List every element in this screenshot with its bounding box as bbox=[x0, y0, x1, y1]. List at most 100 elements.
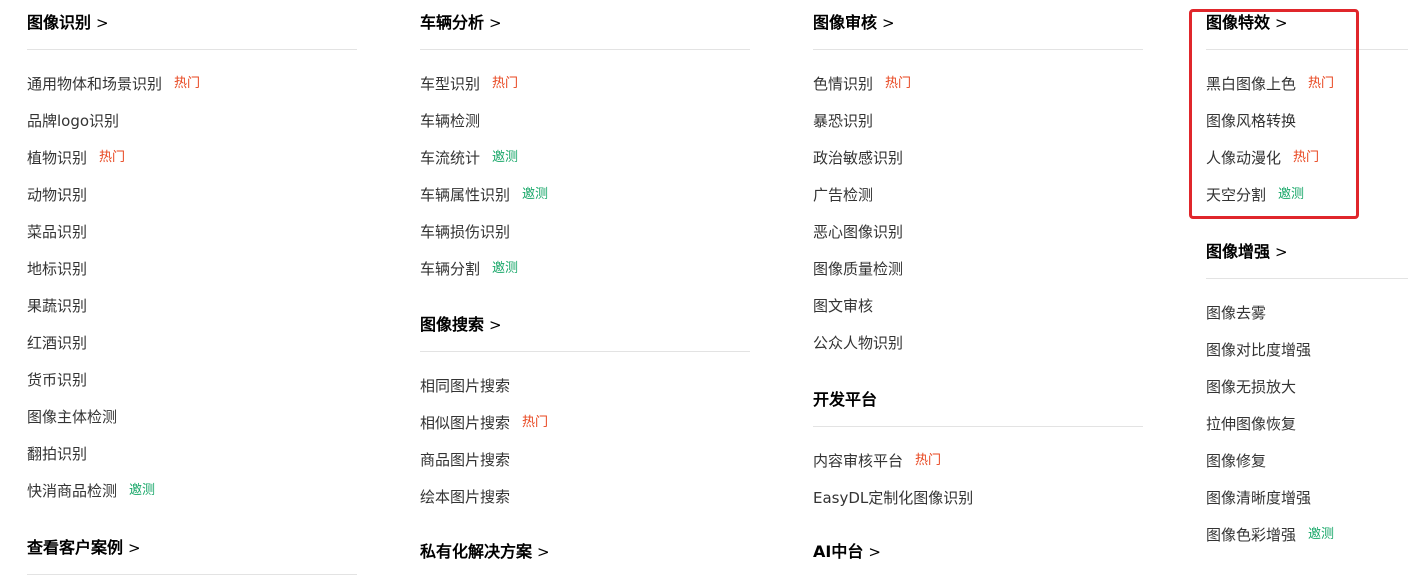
menu-item[interactable]: 红酒识别 bbox=[27, 332, 200, 369]
menu-item-label: 翻拍识别 bbox=[27, 445, 88, 463]
menu-item[interactable]: 色情识别 热门 bbox=[813, 73, 911, 110]
section-title-link[interactable]: 图像增强 > bbox=[1206, 240, 1408, 264]
menu-item[interactable]: 图像清晰度增强 bbox=[1206, 487, 1334, 524]
menu-item[interactable]: 内容审核平台 热门 bbox=[813, 450, 973, 487]
menu-item[interactable]: 图像去雾 bbox=[1206, 302, 1334, 339]
section-dev-platform: 开发平台 内容审核平台 热门 EasyDL定制化图像识别 bbox=[813, 388, 1143, 507]
menu-item[interactable]: 图像质量检测 bbox=[813, 258, 911, 295]
menu-item[interactable]: 通用物体和场景识别 热门 bbox=[27, 73, 200, 110]
menu-item-label: 图像质量检测 bbox=[813, 260, 904, 278]
menu-item-label: 图像去雾 bbox=[1206, 304, 1267, 322]
menu-item[interactable]: 车辆损伤识别 bbox=[420, 221, 548, 258]
section-vehicle-analysis: 车辆分析 > 车型识别 热门 车辆检测 车流统计 邀测 车辆属性识别 邀测 车辆损伤识别… bbox=[420, 11, 750, 278]
menu-item-label: 内容审核平台 bbox=[813, 452, 904, 470]
section-title-link[interactable]: 查看客户案例 > bbox=[27, 536, 357, 560]
menu-item-label: 通用物体和场景识别 bbox=[27, 75, 163, 93]
section-divider bbox=[813, 426, 1143, 427]
menu-item[interactable]: 公众人物识别 bbox=[813, 332, 911, 369]
menu-item-label: 相似图片搜索 bbox=[420, 414, 511, 432]
menu-item-label: 相同图片搜索 bbox=[420, 377, 511, 395]
menu-item-label: 红酒识别 bbox=[27, 334, 88, 352]
chevron-right-icon: > bbox=[489, 14, 502, 32]
section-title-text: 图像识别 bbox=[27, 13, 92, 32]
section-image-recognition: 图像识别 > 通用物体和场景识别 热门 品牌logo识别 植物识别 热门 动物识别 菜… bbox=[27, 11, 357, 500]
menu-item[interactable]: 植物识别 热门 bbox=[27, 147, 200, 184]
menu-item[interactable]: 相似图片搜索 热门 bbox=[420, 412, 548, 449]
menu-item-label: 广告检测 bbox=[813, 186, 874, 204]
section-divider bbox=[1206, 278, 1408, 279]
menu-item-label: 色情识别 bbox=[813, 75, 874, 93]
menu-item-label: 车辆检测 bbox=[420, 112, 481, 130]
menu-item[interactable]: 图像无损放大 bbox=[1206, 376, 1334, 413]
menu-item-label: 车型识别 bbox=[420, 75, 481, 93]
menu-item-label: 拉伸图像恢复 bbox=[1206, 415, 1297, 433]
section-private-solutions: 私有化解决方案 > bbox=[420, 540, 750, 564]
menu-item-label: 图像修复 bbox=[1206, 452, 1267, 470]
section-image-enhancement: 图像增强 > 图像去雾 图像对比度增强 图像无损放大 拉伸图像恢复 图像修复 图像… bbox=[1206, 240, 1408, 544]
menu-item[interactable]: 拉伸图像恢复 bbox=[1206, 413, 1334, 450]
menu-item[interactable]: 相同图片搜索 bbox=[420, 375, 548, 412]
menu-item[interactable]: 车辆分割 邀测 bbox=[420, 258, 548, 295]
section-title-text: 图像审核 bbox=[813, 13, 878, 32]
menu-item[interactable]: 快消商品检测 邀测 bbox=[27, 480, 200, 517]
menu-item[interactable]: EasyDL定制化图像识别 bbox=[813, 487, 973, 524]
item-list: 相同图片搜索 相似图片搜索 热门 商品图片搜索 绘本图片搜索 bbox=[420, 375, 548, 523]
menu-item-label: 车辆分割 bbox=[420, 260, 481, 278]
hot-badge: 热门 bbox=[99, 150, 126, 165]
menu-item[interactable]: 果蔬识别 bbox=[27, 295, 200, 332]
hot-badge: 热门 bbox=[522, 415, 549, 430]
menu-item[interactable]: 图像主体检测 bbox=[27, 406, 200, 443]
menu-item[interactable]: 图像修复 bbox=[1206, 450, 1334, 487]
menu-item[interactable]: 恶心图像识别 bbox=[813, 221, 911, 258]
section-title-link[interactable]: 车辆分析 > bbox=[420, 11, 750, 35]
menu-item-label: 果蔬识别 bbox=[27, 297, 88, 315]
section-title-text: 图像搜索 bbox=[420, 315, 485, 334]
menu-item[interactable]: 菜品识别 bbox=[27, 221, 200, 258]
hot-badge: 热门 bbox=[915, 453, 942, 468]
menu-item[interactable]: 图像对比度增强 bbox=[1206, 339, 1334, 376]
section-title-text: AI中台 bbox=[813, 542, 864, 561]
menu-item-label: 恶心图像识别 bbox=[813, 223, 904, 241]
highlight-annotation-box bbox=[1189, 9, 1359, 219]
section-title-link[interactable]: 图像搜索 > bbox=[420, 313, 750, 337]
menu-item-label: 政治敏感识别 bbox=[813, 149, 904, 167]
section-divider bbox=[420, 351, 750, 352]
item-list: 车型识别 热门 车辆检测 车流统计 邀测 车辆属性识别 邀测 车辆损伤识别 车辆分割邀… bbox=[420, 73, 548, 295]
hot-badge: 热门 bbox=[492, 76, 519, 91]
section-title-link[interactable]: 图像识别 > bbox=[27, 11, 357, 35]
menu-item-label: 车流统计 bbox=[420, 149, 481, 167]
section-title-link[interactable]: 图像审核 > bbox=[813, 11, 1143, 35]
section-title-link[interactable]: AI中台 > bbox=[813, 540, 1143, 564]
chevron-right-icon: > bbox=[489, 316, 502, 334]
menu-item-label: 商品图片搜索 bbox=[420, 451, 511, 469]
menu-item[interactable]: 绘本图片搜索 bbox=[420, 486, 548, 523]
menu-item[interactable]: 货币识别 bbox=[27, 369, 200, 406]
menu-item-label: 车辆损伤识别 bbox=[420, 223, 511, 241]
menu-item[interactable]: 翻拍识别 bbox=[27, 443, 200, 480]
section-image-moderation: 图像审核 > 色情识别 热门 暴恐识别 政治敏感识别 广告检测 恶心图像识别 图像质… bbox=[813, 11, 1143, 352]
section-image-search: 图像搜索 > 相同图片搜索 相似图片搜索 热门 商品图片搜索 绘本图片搜索 bbox=[420, 313, 750, 506]
section-title-link[interactable]: 私有化解决方案 > bbox=[420, 540, 750, 564]
menu-item[interactable]: 车辆属性识别 邀测 bbox=[420, 184, 548, 221]
menu-item[interactable]: 广告检测 bbox=[813, 184, 911, 221]
menu-item[interactable]: 动物识别 bbox=[27, 184, 200, 221]
chevron-right-icon: > bbox=[128, 539, 141, 557]
section-title-link[interactable]: 开发平台 bbox=[813, 388, 1143, 412]
menu-item[interactable]: 地标识别 bbox=[27, 258, 200, 295]
menu-item[interactable]: 车流统计 邀测 bbox=[420, 147, 548, 184]
menu-item[interactable]: 暴恐识别 bbox=[813, 110, 911, 147]
menu-item[interactable]: 政治敏感识别 bbox=[813, 147, 911, 184]
section-title-text: 查看客户案例 bbox=[27, 538, 124, 557]
section-title-text: 私有化解决方案 bbox=[420, 542, 533, 561]
menu-item[interactable]: 商品图片搜索 bbox=[420, 449, 548, 486]
menu-item[interactable]: 图像色彩增强 邀测 bbox=[1206, 524, 1334, 561]
menu-item[interactable]: 图文审核 bbox=[813, 295, 911, 332]
menu-item[interactable]: 车型识别 热门 bbox=[420, 73, 548, 110]
chevron-right-icon: > bbox=[96, 14, 109, 32]
chevron-right-icon: > bbox=[868, 543, 881, 561]
menu-item[interactable]: 品牌logo识别 bbox=[27, 110, 200, 147]
beta-badge: 邀测 bbox=[522, 187, 549, 202]
beta-badge: 邀测 bbox=[129, 483, 156, 498]
section-title-text: 车辆分析 bbox=[420, 13, 485, 32]
menu-item[interactable]: 车辆检测 bbox=[420, 110, 548, 147]
